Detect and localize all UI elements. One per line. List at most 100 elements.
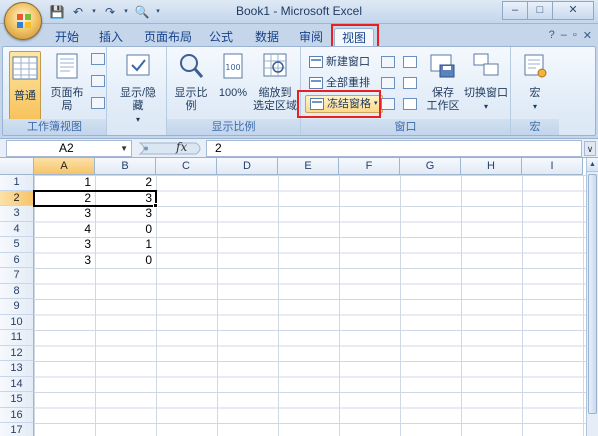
show-hide-label: 显示/隐藏 bbox=[119, 87, 157, 112]
title-bar: 💾 ↶ ▾ ↷ ▾ 🔍 ▾ Book1 - Microsoft Excel – … bbox=[0, 0, 598, 24]
tab-page-layout[interactable]: 页面布局 bbox=[140, 28, 196, 46]
office-logo-icon bbox=[17, 14, 31, 28]
vertical-scrollbar[interactable]: ▲ bbox=[586, 158, 598, 436]
row-header-6[interactable]: 6 bbox=[0, 252, 34, 268]
row-header-3[interactable]: 3 bbox=[0, 206, 34, 222]
row-header-2[interactable]: 2 bbox=[0, 190, 34, 206]
cell-a6[interactable]: 3 bbox=[34, 253, 95, 268]
macros-button[interactable]: 宏 ▾ bbox=[519, 51, 551, 113]
ribbon-restore-button[interactable]: ▫ bbox=[573, 29, 577, 42]
ribbon-right-controls: ? – ▫ ✕ bbox=[549, 29, 592, 42]
cell-b1[interactable]: 2 bbox=[95, 175, 156, 190]
group-label-window: 窗口 bbox=[301, 119, 510, 135]
scroll-thumb[interactable] bbox=[588, 174, 597, 414]
cell-a3[interactable]: 3 bbox=[34, 206, 95, 221]
column-header-f[interactable]: F bbox=[339, 158, 400, 175]
normal-view-icon bbox=[12, 56, 38, 80]
group-workbook-views: 普通 页面布局 工作簿视图 bbox=[3, 47, 107, 135]
office-button[interactable] bbox=[4, 2, 42, 40]
cell-a4[interactable]: 4 bbox=[34, 222, 95, 237]
tab-home[interactable]: 开始 bbox=[52, 28, 82, 46]
cell-b5[interactable]: 1 bbox=[95, 237, 156, 252]
tab-review[interactable]: 审阅 bbox=[296, 28, 326, 46]
row-header-15[interactable]: 15 bbox=[0, 392, 34, 408]
show-hide-button[interactable]: 显示/隐藏 ▾ bbox=[115, 51, 161, 126]
page-break-preview-icon[interactable] bbox=[91, 53, 105, 65]
custom-views-icon[interactable] bbox=[91, 75, 105, 87]
scroll-up-icon[interactable]: ▲ bbox=[587, 158, 598, 172]
new-window-label: 新建窗口 bbox=[326, 56, 370, 68]
cell-a5[interactable]: 3 bbox=[34, 237, 95, 252]
show-hide-icon bbox=[126, 54, 150, 76]
formula-input[interactable]: 2 bbox=[206, 140, 582, 157]
formula-bar-divider-icon[interactable] bbox=[136, 141, 206, 156]
new-window-button[interactable]: 新建窗口 bbox=[309, 53, 370, 71]
row-header-10[interactable]: 10 bbox=[0, 314, 34, 330]
tab-insert[interactable]: 插入 bbox=[96, 28, 126, 46]
insert-function-icon[interactable]: fx bbox=[176, 140, 187, 154]
minimize-button[interactable]: – bbox=[502, 1, 528, 20]
save-workspace-button[interactable]: 保存 工作区 bbox=[425, 51, 461, 113]
normal-view-label: 普通 bbox=[14, 90, 36, 102]
name-box[interactable]: A2 ▼ bbox=[6, 140, 132, 157]
column-header-e[interactable]: E bbox=[278, 158, 339, 175]
row-header-4[interactable]: 4 bbox=[0, 221, 34, 237]
zoom-button[interactable]: 显示比例 bbox=[171, 51, 211, 113]
row-header-13[interactable]: 13 bbox=[0, 361, 34, 377]
reset-window-position-icon[interactable] bbox=[403, 98, 417, 110]
cell-a1[interactable]: 1 bbox=[34, 175, 95, 190]
column-header-c[interactable]: C bbox=[156, 158, 217, 175]
page-layout-label: 页面布局 bbox=[50, 87, 84, 112]
maximize-button[interactable]: □ bbox=[527, 1, 553, 20]
cell-b6[interactable]: 0 bbox=[95, 253, 156, 268]
name-box-value: A2 bbox=[59, 141, 74, 155]
ribbon-close-button[interactable]: ✕ bbox=[583, 29, 592, 42]
zoom-label: 显示比例 bbox=[174, 87, 208, 112]
column-header-h[interactable]: H bbox=[461, 158, 522, 175]
formula-bar: A2 ▼ fx 2 ∨ bbox=[0, 138, 598, 158]
svg-text:100: 100 bbox=[225, 63, 240, 72]
select-all-corner[interactable] bbox=[0, 158, 34, 175]
tab-data[interactable]: 数据 bbox=[252, 28, 282, 46]
fill-handle[interactable] bbox=[153, 203, 158, 208]
zoom-to-selection-button[interactable]: 缩放到 选定区域 bbox=[251, 51, 299, 113]
page-layout-view-button[interactable]: 页面布局 bbox=[47, 51, 87, 113]
row-header-11[interactable]: 11 bbox=[0, 330, 34, 346]
row-header-14[interactable]: 14 bbox=[0, 376, 34, 392]
expand-formula-bar-icon[interactable]: ∨ bbox=[584, 141, 596, 156]
save-workspace-icon bbox=[430, 54, 455, 78]
split-icon[interactable] bbox=[381, 56, 395, 68]
row-header-17[interactable]: 17 bbox=[0, 423, 34, 436]
column-header-g[interactable]: G bbox=[400, 158, 461, 175]
view-side-by-side-icon[interactable] bbox=[403, 56, 417, 68]
hide-window-icon[interactable] bbox=[381, 77, 395, 89]
ribbon-minimize-button[interactable]: – bbox=[561, 29, 567, 42]
row-header-9[interactable]: 9 bbox=[0, 299, 34, 315]
close-button[interactable]: ✕ bbox=[552, 1, 594, 20]
unhide-window-icon[interactable] bbox=[381, 98, 395, 110]
column-header-i[interactable]: I bbox=[522, 158, 583, 175]
normal-view-button[interactable]: 普通 bbox=[9, 51, 41, 121]
macros-label: 宏 bbox=[529, 87, 541, 99]
cell-b4[interactable]: 0 bbox=[95, 222, 156, 237]
macros-icon bbox=[524, 54, 547, 78]
row-header-12[interactable]: 12 bbox=[0, 345, 34, 361]
show-hide-dropdown-icon: ▾ bbox=[135, 115, 140, 124]
column-header-b[interactable]: B bbox=[95, 158, 156, 175]
row-header-7[interactable]: 7 bbox=[0, 268, 34, 284]
tab-formulas[interactable]: 公式 bbox=[206, 28, 236, 46]
switch-windows-button[interactable]: 切换窗口 ▾ bbox=[463, 51, 509, 113]
row-header-5[interactable]: 5 bbox=[0, 237, 34, 253]
full-screen-icon[interactable] bbox=[91, 97, 105, 109]
row-header-1[interactable]: 1 bbox=[0, 175, 34, 191]
synchronous-scrolling-icon[interactable] bbox=[403, 77, 417, 89]
column-header-d[interactable]: D bbox=[217, 158, 278, 175]
cell-b3[interactable]: 3 bbox=[95, 206, 156, 221]
help-icon[interactable]: ? bbox=[549, 29, 555, 42]
row-header-16[interactable]: 16 bbox=[0, 407, 34, 423]
zoom-100-button[interactable]: 100 100% bbox=[217, 51, 249, 100]
name-box-dropdown-icon[interactable]: ▼ bbox=[120, 141, 128, 156]
row-header-8[interactable]: 8 bbox=[0, 283, 34, 299]
column-header-a[interactable]: A bbox=[34, 158, 95, 175]
freeze-panes-highlight bbox=[297, 90, 381, 118]
